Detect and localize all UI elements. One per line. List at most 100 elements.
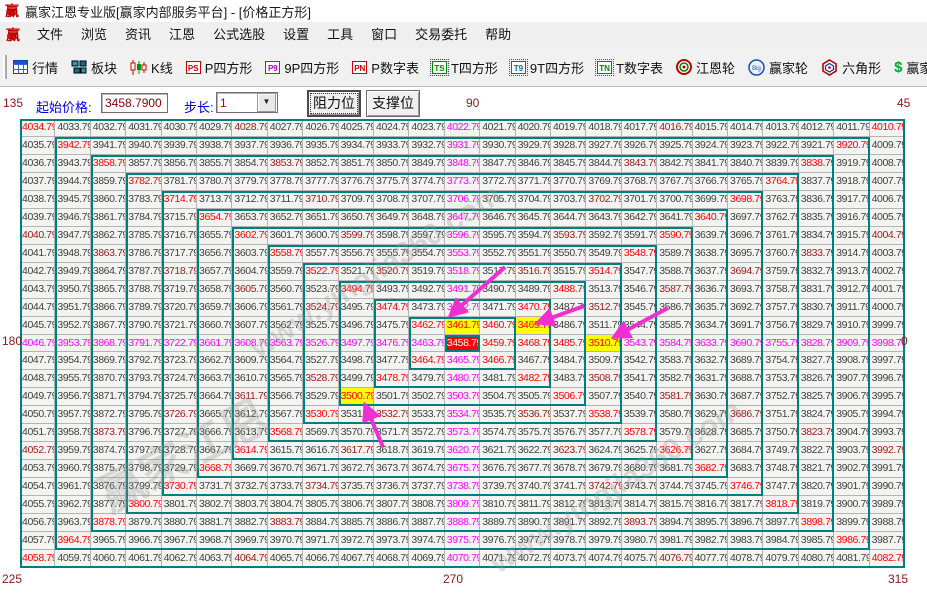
grid-cell[interactable]: 3708.79	[374, 191, 409, 209]
grid-cell[interactable]: 3847.79	[480, 155, 515, 173]
grid-cell[interactable]: 3475.79	[374, 317, 409, 335]
grid-cell[interactable]: 3920.79	[834, 137, 869, 155]
grid-cell[interactable]: 3949.79	[55, 263, 90, 281]
grid-cell[interactable]: 4002.79	[870, 263, 905, 281]
grid-cell[interactable]: 3619.79	[409, 442, 444, 460]
grid-cell[interactable]: 3506.79	[551, 388, 586, 406]
grid-cell[interactable]: 3953.79	[55, 335, 90, 353]
grid-cell[interactable]: 3594.79	[516, 227, 551, 245]
grid-cell[interactable]: 3564.79	[268, 352, 303, 370]
grid-cell[interactable]: 3484.79	[551, 352, 586, 370]
grid-cell[interactable]: 3599.79	[339, 227, 374, 245]
grid-cell[interactable]: 3485.79	[551, 335, 586, 353]
grid-cell[interactable]: 4035.79	[20, 137, 55, 155]
grid-cell[interactable]: 3918.79	[834, 173, 869, 191]
grid-cell[interactable]: 3932.79	[409, 137, 444, 155]
grid-cell[interactable]: 3958.79	[55, 424, 90, 442]
grid-cell[interactable]: 3946.79	[55, 209, 90, 227]
grid-cell[interactable]: 4026.79	[303, 119, 338, 137]
grid-cell[interactable]: 3980.79	[622, 532, 657, 550]
grid-cell[interactable]: 3686.79	[728, 406, 763, 424]
toolbar-button-T四方形[interactable]: TST四方形	[432, 58, 498, 77]
grid-cell[interactable]: 3647.79	[445, 209, 480, 227]
grid-cell[interactable]: 3614.79	[232, 442, 267, 460]
grid-cell[interactable]: 3952.79	[55, 317, 90, 335]
grid-cell[interactable]: 3490.79	[480, 281, 515, 299]
grid-cell[interactable]: 3921.79	[799, 137, 834, 155]
grid-cell[interactable]: 3729.79	[162, 460, 197, 478]
grid-cell[interactable]: 3799.79	[126, 478, 161, 496]
grid-cell[interactable]: 3655.79	[197, 227, 232, 245]
grid-cell[interactable]: 3479.79	[409, 370, 444, 388]
grid-cell[interactable]: 3872.79	[91, 406, 126, 424]
grid-cell[interactable]: 3820.79	[799, 478, 834, 496]
menu-item-资讯[interactable]: 资讯	[116, 22, 160, 48]
grid-cell[interactable]: 3684.79	[728, 442, 763, 460]
grid-cell[interactable]: 3882.79	[232, 514, 267, 532]
grid-cell[interactable]: 3873.79	[91, 424, 126, 442]
grid-cell[interactable]: 3566.79	[268, 388, 303, 406]
grid-cell[interactable]: 3657.79	[197, 263, 232, 281]
grid-cell[interactable]: 3766.79	[693, 173, 728, 191]
grid-cell[interactable]: 3636.79	[693, 281, 728, 299]
grid-cell[interactable]: 4022.79	[445, 119, 480, 137]
grid-cell[interactable]: 3933.79	[374, 137, 409, 155]
grid-cell[interactable]: 3936.79	[268, 137, 303, 155]
grid-cell[interactable]: 3764.79	[763, 173, 798, 191]
grid-cell[interactable]: 3833.79	[799, 245, 834, 263]
toolbar-button-P数字表[interactable]: PNP数字表	[352, 58, 419, 77]
grid-cell[interactable]: 3800.79	[126, 496, 161, 514]
grid-cell[interactable]: 3576.79	[551, 424, 586, 442]
grid-cell[interactable]: 3503.79	[445, 388, 480, 406]
grid-cell[interactable]: 3531.79	[339, 406, 374, 424]
grid-cell[interactable]: 3983.79	[728, 532, 763, 550]
grid-cell[interactable]: 3763.79	[763, 191, 798, 209]
grid-cell[interactable]: 3900.79	[834, 496, 869, 514]
grid-cell[interactable]: 4006.79	[870, 191, 905, 209]
grid-cell[interactable]: 3896.79	[728, 514, 763, 532]
grid-cell[interactable]: 3892.79	[586, 514, 621, 532]
grid-cell[interactable]: 3940.79	[126, 137, 161, 155]
grid-cell[interactable]: 3497.79	[339, 335, 374, 353]
grid-cell[interactable]: 3761.79	[763, 227, 798, 245]
grid-cell[interactable]: 3482.79	[516, 370, 551, 388]
grid-cell[interactable]: 3985.79	[799, 532, 834, 550]
grid-cell[interactable]: 3653.79	[232, 209, 267, 227]
grid-cell[interactable]: 3922.79	[763, 137, 798, 155]
grid-cell[interactable]: 3646.79	[480, 209, 515, 227]
step-combobox[interactable]: 1 ▼	[216, 92, 278, 113]
grid-cell[interactable]: 3757.79	[763, 299, 798, 317]
grid-cell[interactable]: 3602.79	[232, 227, 267, 245]
grid-cell[interactable]: 3947.79	[55, 227, 90, 245]
grid-cell[interactable]: 3801.79	[162, 496, 197, 514]
grid-cell[interactable]: 3881.79	[197, 514, 232, 532]
grid-cell[interactable]: 4000.79	[870, 299, 905, 317]
grid-cell[interactable]: 3807.79	[374, 496, 409, 514]
grid-cell[interactable]: 3736.79	[374, 478, 409, 496]
grid-cell[interactable]: 3640.79	[693, 209, 728, 227]
grid-cell[interactable]: 3874.79	[91, 442, 126, 460]
grid-cell[interactable]: 3486.79	[551, 317, 586, 335]
grid-cell[interactable]: 3633.79	[693, 335, 728, 353]
grid-cell[interactable]: 4019.79	[551, 119, 586, 137]
grid-cell[interactable]: 4049.79	[20, 388, 55, 406]
grid-cell[interactable]: 3765.79	[728, 173, 763, 191]
grid-cell[interactable]: 3826.79	[799, 370, 834, 388]
grid-cell[interactable]: 3666.79	[197, 424, 232, 442]
grid-cell[interactable]: 3467.79	[516, 352, 551, 370]
grid-cell[interactable]: 3886.79	[374, 514, 409, 532]
grid-cell[interactable]: 3816.79	[693, 496, 728, 514]
grid-cell[interactable]: 3536.79	[516, 406, 551, 424]
grid-cell[interactable]: 4016.79	[657, 119, 692, 137]
grid-cell[interactable]: 3570.79	[339, 424, 374, 442]
grid-cell[interactable]: 3948.79	[55, 245, 90, 263]
grid-cell[interactable]: 3545.79	[622, 299, 657, 317]
toolbar-button-赢家轮[interactable]: Big赢家轮	[748, 58, 808, 77]
grid-cell[interactable]: 3517.79	[480, 263, 515, 281]
grid-cell[interactable]: 3555.79	[374, 245, 409, 263]
grid-cell[interactable]: 3978.79	[551, 532, 586, 550]
grid-cell[interactable]: 3987.79	[870, 532, 905, 550]
grid-cell[interactable]: 3568.79	[268, 424, 303, 442]
grid-cell[interactable]: 3598.79	[374, 227, 409, 245]
grid-cell[interactable]: 3693.79	[728, 281, 763, 299]
